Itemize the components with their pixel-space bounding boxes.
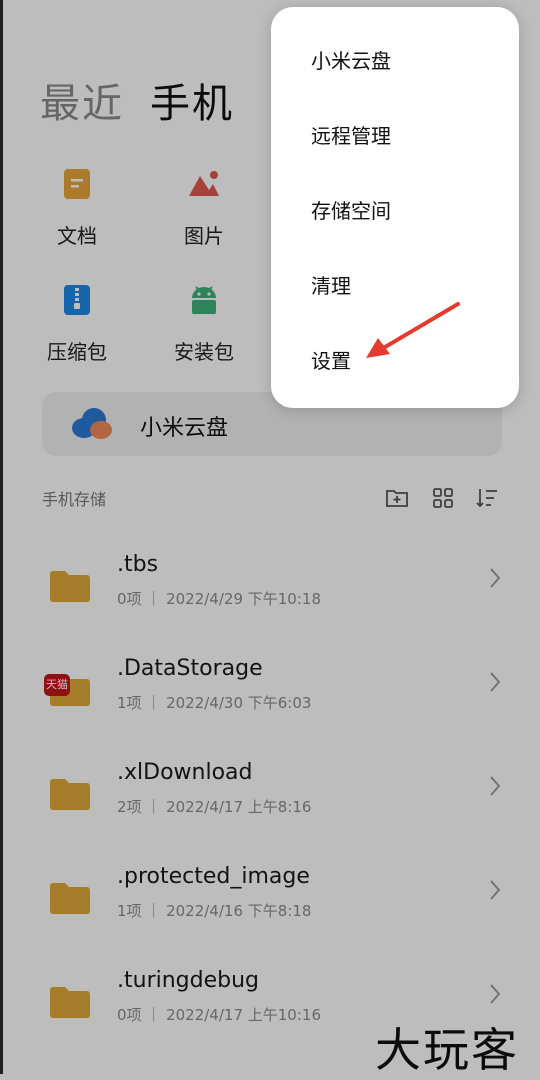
menu-item-clean[interactable]: 清理 (311, 270, 351, 299)
watermark-text: 大玩客 (375, 1023, 519, 1077)
left-edge-divider (0, 0, 3, 1074)
red-arrow-annotation (366, 302, 460, 358)
menu-item-xiaomi-cloud[interactable]: 小米云盘 (311, 45, 391, 74)
menu-item-remote-manage[interactable]: 远程管理 (311, 120, 391, 149)
menu-item-storage-space[interactable]: 存储空间 (311, 195, 391, 224)
menu-item-settings[interactable]: 设置 (311, 345, 351, 374)
